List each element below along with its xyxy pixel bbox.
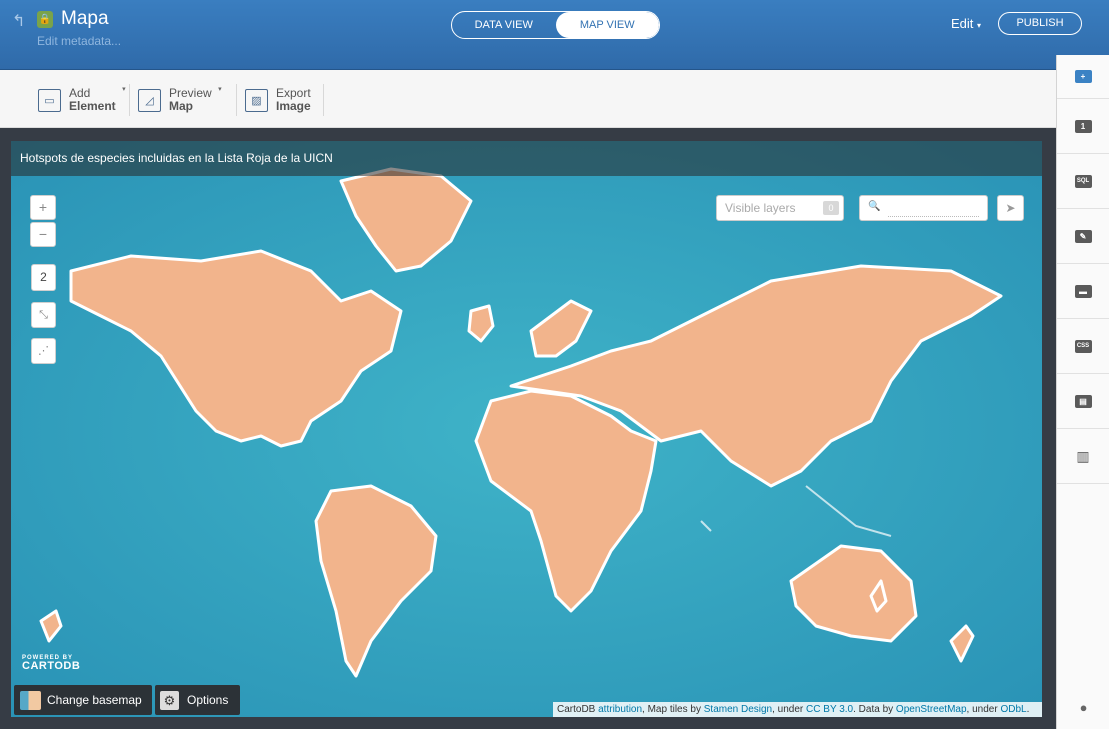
edit-metadata-link[interactable]: Edit metadata...: [37, 34, 121, 48]
attr-text: . Data by: [853, 704, 896, 715]
cartodb-logo: POWERED BY CARTODB: [22, 655, 80, 672]
privacy-lock-icon[interactable]: 🔒: [37, 11, 53, 28]
edit-dropdown[interactable]: Edit ▾: [951, 16, 981, 31]
map-canvas[interactable]: [11, 141, 1042, 717]
basemap-thumbnail-icon: [20, 690, 41, 710]
sidebar-item-layer-1[interactable]: 1: [1057, 99, 1109, 154]
infowindow-icon: ▬: [1074, 284, 1092, 298]
zoom-out-button[interactable]: −: [30, 222, 56, 247]
visible-layers-dropdown[interactable]: Visible layers 0: [716, 195, 844, 221]
view-switch: DATA VIEW MAP VIEW: [451, 11, 660, 39]
options-label: Options: [187, 693, 229, 707]
wizard-icon: ✎: [1074, 229, 1092, 243]
attr-text: CartoDB: [557, 704, 599, 715]
legend-icon: ▤: [1074, 394, 1092, 408]
export-image-icon: ▨: [245, 88, 268, 112]
sidebar-item-wizard[interactable]: ✎: [1057, 209, 1109, 264]
attr-text: , under: [966, 704, 1001, 715]
sidebar-item-sql[interactable]: SQL: [1057, 154, 1109, 209]
tab-map-view[interactable]: MAP VIEW: [555, 12, 659, 38]
zoom-in-button[interactable]: +: [30, 195, 56, 220]
app-header: ↰ 🔒 Mapa Edit metadata... DATA VIEW MAP …: [0, 0, 1109, 70]
sidebar-item-infowindow[interactable]: ▬: [1057, 264, 1109, 319]
watercolor-basemap: [11, 141, 1042, 717]
cartodb-wordmark: CARTODB: [22, 660, 81, 672]
layer-sidebar: + 1 SQL ✎ ▬ CSS ▤ ▥ ●: [1056, 55, 1109, 729]
chevron-down-icon: ▾: [977, 21, 982, 30]
add-element-line2: Element: [69, 99, 116, 113]
attr-text: , Map tiles by: [642, 704, 704, 715]
toolbar-divider: [129, 84, 130, 116]
attr-text: .: [1026, 704, 1030, 715]
sql-icon: SQL: [1074, 174, 1092, 188]
ccby-link[interactable]: CC BY 3.0: [806, 704, 853, 715]
sidebar-item-filters[interactable]: ▥: [1057, 429, 1109, 484]
search-underline: [888, 216, 979, 217]
visible-layers-count: 0: [823, 201, 839, 215]
map-search-input[interactable]: 🔍: [859, 195, 988, 221]
dropdown-caret-icon: ▾: [122, 86, 126, 93]
stamen-link[interactable]: Stamen Design: [704, 704, 772, 715]
back-arrow-icon[interactable]: ↰: [12, 11, 25, 31]
export-image-line2: Image: [276, 99, 311, 113]
gear-icon: ⚙: [160, 690, 179, 710]
share-icon[interactable]: ⋰: [31, 338, 56, 364]
layer-1-icon: 1: [1074, 119, 1092, 133]
fullscreen-icon[interactable]: ⤡: [31, 302, 56, 328]
edit-label: Edit: [951, 16, 974, 31]
help-bulb-icon[interactable]: ●: [1057, 700, 1109, 715]
preview-map-icon: ◿: [138, 88, 161, 112]
sidebar-item-legend[interactable]: ▤: [1057, 374, 1109, 429]
tab-data-view[interactable]: DATA VIEW: [452, 12, 556, 38]
dropdown-caret-icon: ▾: [218, 86, 222, 93]
visible-layers-label: Visible layers: [725, 201, 796, 215]
add-element-button[interactable]: ▭ Add Element ▾: [38, 83, 126, 117]
filters-icon: ▥: [1076, 447, 1090, 464]
add-layer-button[interactable]: +: [1057, 55, 1109, 99]
osm-link[interactable]: OpenStreetMap: [896, 704, 967, 715]
add-element-icon: ▭: [38, 88, 61, 112]
add-layer-icon: +: [1074, 70, 1092, 83]
preview-map-button[interactable]: ◿ Preview Map ▾: [138, 83, 222, 117]
toolbar-divider: [323, 84, 324, 116]
attribution-link[interactable]: attribution: [598, 704, 642, 715]
map-attribution: CartoDB attribution, Map tiles by Stamen…: [553, 702, 1042, 717]
search-submit-icon[interactable]: ➤: [997, 195, 1024, 221]
publish-button[interactable]: PUBLISH: [998, 12, 1082, 35]
options-button[interactable]: ⚙ Options: [155, 685, 240, 715]
attr-text: , under: [772, 704, 807, 715]
change-basemap-label: Change basemap: [47, 693, 142, 707]
zoom-level-indicator: 2: [31, 264, 56, 291]
map-title: Hotspots de especies incluidas en la Lis…: [11, 141, 1042, 176]
sidebar-item-css[interactable]: CSS: [1057, 319, 1109, 374]
odbl-link[interactable]: ODbL: [1000, 704, 1026, 715]
page-title[interactable]: Mapa: [61, 8, 109, 30]
search-icon: 🔍: [868, 201, 881, 212]
preview-map-line2: Map: [169, 99, 193, 113]
change-basemap-button[interactable]: Change basemap: [14, 685, 152, 715]
map-toolbar: ▭ Add Element ▾ ◿ Preview Map ▾ ▨ Export Im…: [0, 70, 1056, 128]
export-image-button[interactable]: ▨ Export Image: [245, 83, 311, 117]
toolbar-divider: [236, 84, 237, 116]
css-icon: CSS: [1074, 339, 1092, 353]
